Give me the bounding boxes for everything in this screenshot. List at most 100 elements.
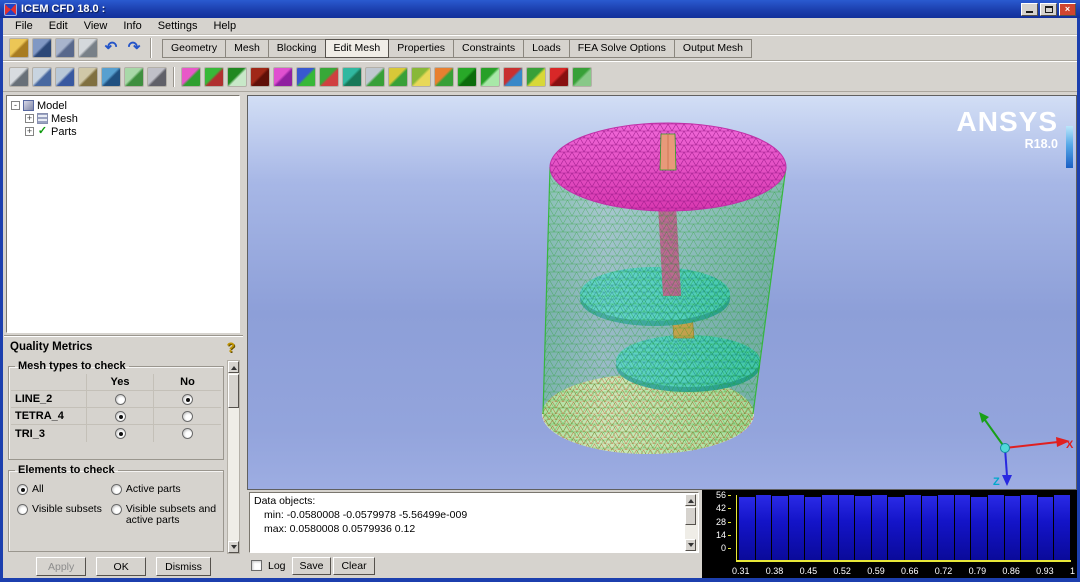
renumber-mesh-icon[interactable]	[480, 66, 500, 87]
scroll-thumb[interactable]	[228, 374, 239, 408]
hist-bar-14[interactable]	[971, 497, 987, 560]
hist-bar-1[interactable]	[755, 495, 772, 560]
tree-expander[interactable]: -	[11, 101, 20, 110]
msg-scroll-down-button[interactable]	[685, 539, 696, 551]
hist-bar-4[interactable]	[805, 497, 821, 560]
menu-item-file[interactable]: File	[7, 19, 41, 33]
clear-button[interactable]: Clear	[333, 556, 375, 575]
split-edge-icon[interactable]	[526, 66, 546, 87]
repair-mesh-icon[interactable]	[296, 66, 316, 87]
menu-item-info[interactable]: Info	[115, 19, 149, 33]
save-icon[interactable]	[32, 38, 52, 58]
radio-tri-3-no[interactable]	[182, 428, 193, 439]
edit-mesh-pencil-icon[interactable]	[411, 66, 431, 87]
hist-bar-19[interactable]	[1054, 495, 1070, 560]
radio-visible-subsets-and-active-parts[interactable]	[110, 504, 122, 515]
element-option-visible-subsets-and-active-parts[interactable]: Visible subsets and active parts	[110, 504, 221, 526]
redo-icon[interactable]: ↷	[124, 38, 144, 58]
screen-split-icon[interactable]	[101, 66, 121, 87]
radio-line-2-no[interactable]	[182, 393, 193, 405]
viewport-3d-canvas[interactable]: X Z	[248, 96, 1076, 489]
undo-icon[interactable]: ↶	[101, 38, 121, 58]
hist-bar-17[interactable]	[1021, 495, 1037, 560]
open-file-icon[interactable]	[9, 38, 29, 58]
radio-tetra-4-no[interactable]	[182, 410, 193, 422]
adjust-mesh-density-icon[interactable]	[457, 66, 477, 87]
tab-output-mesh[interactable]: Output Mesh	[673, 38, 753, 58]
title-bar[interactable]: ICEM CFD 18.0 : ×	[0, 0, 1080, 18]
msg-scroll-up-button[interactable]	[685, 494, 696, 506]
tab-geometry[interactable]: Geometry	[162, 38, 227, 58]
hist-bar-0[interactable]	[739, 497, 755, 560]
hist-bar-6[interactable]	[838, 495, 855, 560]
apply-button[interactable]: Apply	[36, 557, 87, 576]
dismiss-button[interactable]: Dismiss	[156, 557, 211, 576]
log-checkbox[interactable]	[251, 560, 262, 571]
tab-mesh[interactable]: Mesh	[225, 38, 269, 58]
hist-bar-15[interactable]	[987, 495, 1004, 560]
tab-blocking[interactable]: Blocking	[267, 38, 326, 58]
radio-tetra-4-yes[interactable]	[114, 410, 126, 422]
tab-constraints[interactable]: Constraints	[453, 38, 525, 58]
merge-meshes-icon[interactable]	[572, 66, 592, 87]
create-elements-icon[interactable]	[181, 66, 201, 87]
measure-distance-icon[interactable]	[78, 66, 98, 87]
scroll-down-button[interactable]	[228, 541, 239, 553]
scroll-up-button[interactable]	[228, 361, 239, 373]
ok-button[interactable]: OK	[96, 557, 147, 576]
tree-item-mesh[interactable]: + Mesh	[7, 112, 239, 125]
radio-visible-subsets[interactable]	[17, 504, 28, 515]
message-scrollbar[interactable]	[685, 494, 698, 551]
hist-bar-16[interactable]	[1004, 496, 1021, 560]
merge-nodes-icon[interactable]	[319, 66, 339, 87]
save-project-icon[interactable]	[55, 38, 75, 58]
project-nodes-icon[interactable]	[388, 66, 408, 87]
radio-active-parts[interactable]	[110, 484, 122, 495]
minimize-button[interactable]	[1021, 2, 1038, 16]
tab-edit-mesh[interactable]: Edit Mesh	[324, 38, 390, 58]
tree-expander[interactable]: +	[25, 114, 34, 123]
hist-bar-10[interactable]	[904, 495, 921, 560]
split-mesh-icon[interactable]	[342, 66, 362, 87]
tree-item-parts[interactable]: + ✓ Parts	[7, 125, 239, 138]
menu-item-settings[interactable]: Settings	[150, 19, 206, 33]
extrude-mesh-icon[interactable]	[204, 66, 224, 87]
move-nodes-icon[interactable]	[365, 66, 385, 87]
hist-bar-18[interactable]	[1037, 497, 1054, 560]
save-button[interactable]: Save	[291, 556, 332, 575]
screenshot-icon[interactable]	[78, 38, 98, 58]
display-options-icon[interactable]	[147, 66, 167, 87]
check-mesh-icon[interactable]	[227, 66, 247, 87]
close-button[interactable]: ×	[1059, 2, 1076, 16]
fit-window-icon[interactable]	[55, 66, 75, 87]
tab-fea-solve-options[interactable]: FEA Solve Options	[568, 38, 675, 58]
smooth-mesh-icon[interactable]	[273, 66, 293, 87]
tree-expander[interactable]: +	[25, 127, 34, 136]
tab-loads[interactable]: Loads	[523, 38, 570, 58]
msg-scroll-thumb[interactable]	[685, 507, 696, 525]
transform-mesh-icon[interactable]	[434, 66, 454, 87]
menu-item-view[interactable]: View	[76, 19, 116, 33]
maximize-button[interactable]	[1040, 2, 1057, 16]
menu-item-help[interactable]: Help	[205, 19, 244, 33]
radio-tri-3-yes[interactable]	[114, 428, 126, 439]
hist-bar-8[interactable]	[871, 495, 888, 560]
viewport[interactable]: X Z ANSYS R18.0	[247, 95, 1077, 490]
tab-properties[interactable]: Properties	[388, 38, 455, 58]
hist-bar-5[interactable]	[821, 495, 838, 560]
help-icon[interactable]: ?	[226, 339, 235, 355]
hist-bar-7[interactable]	[855, 496, 871, 560]
display-mesh-quality-icon[interactable]	[250, 66, 270, 87]
hist-bar-11[interactable]	[921, 496, 938, 560]
hist-bar-2[interactable]	[772, 496, 788, 560]
radio-all[interactable]	[17, 484, 28, 495]
delete-elements-icon[interactable]	[549, 66, 569, 87]
zoom-window-icon[interactable]	[32, 66, 52, 87]
menu-item-edit[interactable]: Edit	[41, 19, 76, 33]
model-tree[interactable]: - Model + Mesh + ✓ Parts	[6, 95, 240, 333]
hist-bar-9[interactable]	[888, 497, 904, 560]
params-scrollbar[interactable]	[227, 360, 240, 554]
screen-layout-icon[interactable]	[124, 66, 144, 87]
element-option-visible-subsets[interactable]: Visible subsets	[17, 504, 109, 526]
hist-bar-13[interactable]	[954, 495, 971, 560]
